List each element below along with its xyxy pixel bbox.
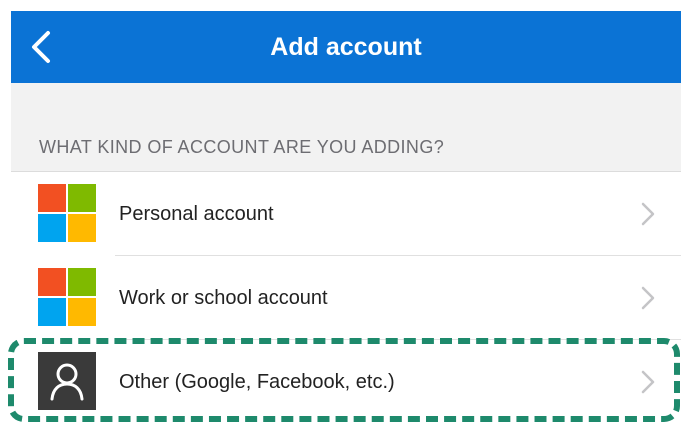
person-icon — [38, 352, 96, 410]
list-item-label: Personal account — [119, 203, 274, 225]
microsoft-logo-icon — [38, 268, 96, 326]
chevron-right-icon — [641, 286, 655, 310]
list-item-work-or-school-account[interactable]: Work or school account — [11, 256, 681, 340]
navigation-bar: Add account — [11, 11, 681, 83]
list-item-personal-account[interactable]: Personal account — [11, 172, 681, 256]
microsoft-logo-icon — [38, 184, 96, 242]
section-header: WHAT KIND OF ACCOUNT ARE YOU ADDING? — [39, 137, 445, 157]
page-title: Add account — [270, 33, 422, 61]
list-item-label: Other (Google, Facebook, etc.) — [119, 371, 395, 393]
chevron-right-icon — [641, 202, 655, 226]
chevron-right-icon — [641, 370, 655, 394]
list-item-other-account[interactable]: Other (Google, Facebook, etc.) — [11, 340, 681, 424]
list-item-label: Work or school account — [119, 287, 328, 309]
add-account-screen: Add account WHAT KIND OF ACCOUNT ARE YOU… — [11, 11, 681, 430]
account-type-list: Personal account Work or school account — [11, 171, 681, 430]
app-frame: Add account WHAT KIND OF ACCOUNT ARE YOU… — [0, 0, 691, 430]
